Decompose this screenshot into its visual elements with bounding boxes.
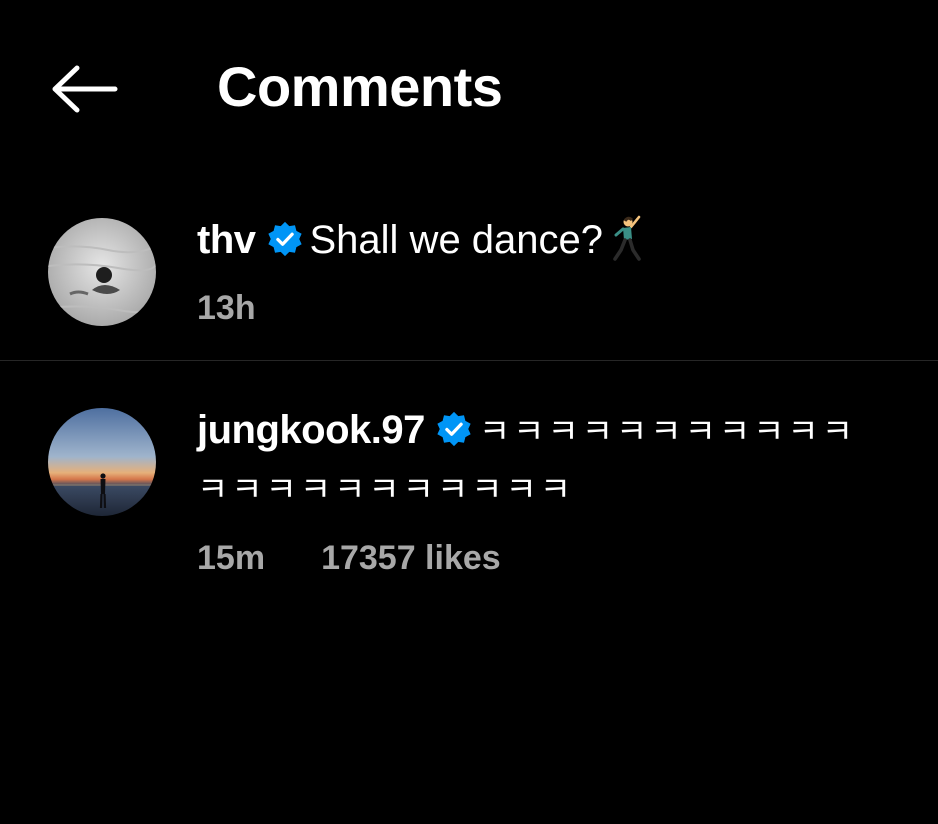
comment-text: Shall we dance? — [309, 218, 604, 262]
comment-time: 13h — [197, 289, 256, 327]
verified-badge-icon — [267, 221, 302, 257]
avatar[interactable] — [48, 408, 156, 516]
back-button[interactable] — [44, 58, 124, 120]
page-title: Comments — [217, 55, 503, 118]
verified-badge-icon — [437, 411, 471, 447]
comment-body: thv Shall we dance? 13h — [197, 212, 924, 328]
username[interactable]: jungkook.97 — [197, 408, 425, 452]
comment-body: jungkook.97 ㅋㅋㅋㅋㅋㅋㅋㅋㅋㅋㅋ ㅋㅋㅋㅋㅋㅋㅋㅋㅋㅋㅋ 15m 1… — [197, 402, 924, 578]
comment-item: thv Shall we dance? 13h — [0, 190, 938, 360]
comment-meta: 15m 17357 likes — [197, 538, 924, 578]
arrow-left-icon — [52, 65, 118, 113]
username[interactable]: thv — [197, 218, 256, 262]
man-dancing-icon — [613, 215, 641, 261]
header-bar: Comments — [0, 0, 938, 176]
comment-text-line-2: ㅋㅋㅋㅋㅋㅋㅋㅋㅋㅋㅋ — [197, 471, 575, 509]
comment-meta: 13h — [197, 288, 924, 328]
comment-item: jungkook.97 ㅋㅋㅋㅋㅋㅋㅋㅋㅋㅋㅋ ㅋㅋㅋㅋㅋㅋㅋㅋㅋㅋㅋ 15m 1… — [0, 380, 938, 600]
comment-text-line-1: ㅋㅋㅋㅋㅋㅋㅋㅋㅋㅋㅋ — [478, 413, 856, 451]
divider — [0, 360, 938, 361]
likes-count[interactable]: 17357 likes — [321, 539, 501, 577]
avatar[interactable] — [48, 218, 156, 326]
comment-time: 15m — [197, 539, 266, 577]
